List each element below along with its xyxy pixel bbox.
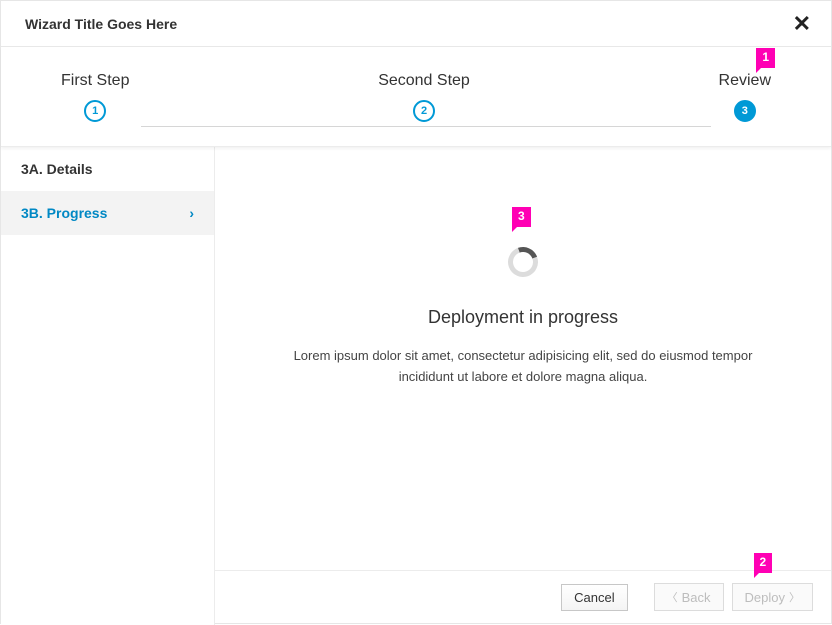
chevron-left-icon: 〈 <box>667 589 678 605</box>
step-review[interactable]: 1 Review 3 <box>719 72 771 122</box>
chevron-right-icon: › <box>189 205 194 221</box>
stepper-line <box>141 126 711 127</box>
cancel-button[interactable]: Cancel <box>561 584 627 611</box>
close-icon[interactable]: ✕ <box>793 13 811 35</box>
step-circle: 2 <box>413 100 435 122</box>
back-button[interactable]: 〈 Back <box>654 583 724 611</box>
back-button-label: Back <box>682 590 711 605</box>
wizard-stepper: First Step 1 Second Step 2 1 Review 3 <box>1 47 831 147</box>
sidebar-item-details[interactable]: 3A. Details <box>1 147 214 191</box>
wizard-header: Wizard Title Goes Here ✕ <box>1 1 831 47</box>
annotation-marker-1: 1 <box>756 48 775 68</box>
annotation-marker-2: 2 <box>754 553 773 573</box>
wizard-main: 3 Deployment in progress Lorem ipsum dol… <box>215 147 831 625</box>
sidebar-item-label: 3A. Details <box>21 161 93 177</box>
progress-title: Deployment in progress <box>428 307 618 328</box>
deploy-button[interactable]: Deploy 〉 <box>732 583 813 611</box>
annotation-marker-3: 3 <box>512 207 531 227</box>
step-label: Review <box>719 72 771 90</box>
progress-description: Lorem ipsum dolor sit amet, consectetur … <box>293 346 753 388</box>
step-label: First Step <box>61 72 129 90</box>
sidebar-item-label: 3B. Progress <box>21 205 107 221</box>
deploy-button-label: Deploy <box>745 590 785 605</box>
wizard-body: 3A. Details 3B. Progress › 3 Deployment … <box>1 147 831 625</box>
sidebar-item-progress[interactable]: 3B. Progress › <box>1 191 214 235</box>
wizard-sidebar: 3A. Details 3B. Progress › <box>1 147 215 625</box>
step-label: Second Step <box>378 72 470 90</box>
step-second[interactable]: Second Step 2 <box>378 72 470 122</box>
step-circle: 1 <box>84 100 106 122</box>
wizard-title: Wizard Title Goes Here <box>25 16 177 32</box>
chevron-right-icon: 〉 <box>789 589 800 605</box>
step-first[interactable]: First Step 1 <box>61 72 129 122</box>
step-circle: 3 <box>734 100 756 122</box>
wizard-footer: Cancel 〈 Back 2 Deploy 〉 <box>215 570 831 623</box>
loading-spinner-icon <box>503 242 543 282</box>
